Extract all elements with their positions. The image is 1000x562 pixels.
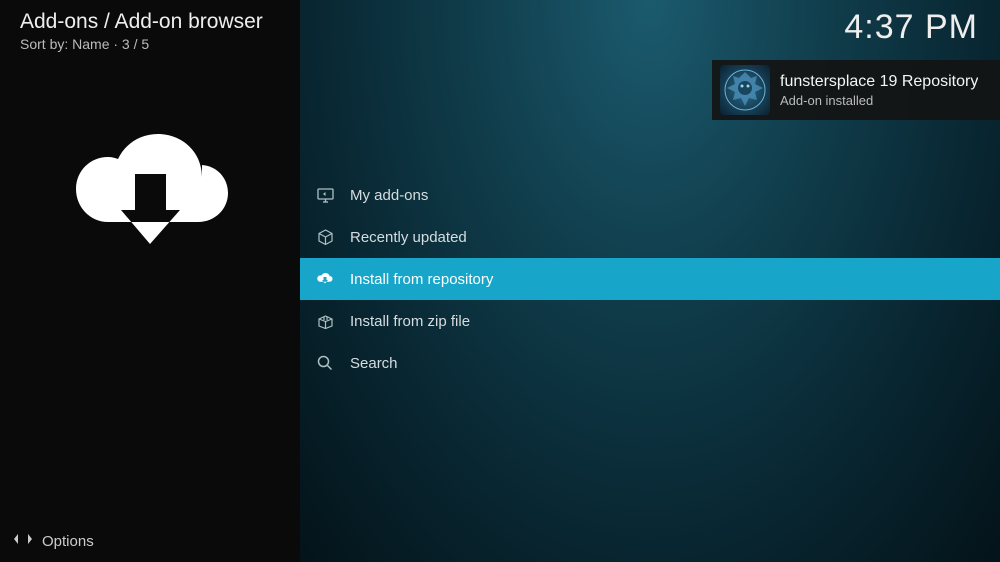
sidebar-header: Add-ons / Add-on browser Sort by: Name ·…	[0, 0, 300, 62]
menu-label: Install from zip file	[350, 313, 470, 330]
main-panel: 4:37 PM funstersplace 19 Repository Add-…	[300, 0, 1000, 562]
repo-icon	[720, 65, 770, 115]
cloud-download-icon	[316, 270, 334, 288]
menu-label: Recently updated	[350, 229, 467, 246]
toast-title: funstersplace 19 Repository	[780, 73, 978, 91]
toast-text: funstersplace 19 Repository Add-on insta…	[780, 73, 978, 108]
menu-label: Search	[350, 355, 398, 372]
sort-info: Sort by: Name · 3 / 5	[20, 36, 280, 52]
clock: 4:37 PM	[844, 8, 978, 47]
menu-item-install-zip[interactable]: Install from zip file	[300, 300, 1000, 342]
menu-list: My add-ons Recently updated Install from…	[300, 174, 1000, 384]
menu-label: Install from repository	[350, 271, 493, 288]
sidebar: Add-ons / Add-on browser Sort by: Name ·…	[0, 0, 300, 562]
search-icon	[316, 354, 334, 372]
breadcrumb: Add-ons / Add-on browser	[20, 10, 280, 34]
menu-item-my-addons[interactable]: My add-ons	[300, 174, 1000, 216]
options-label: Options	[42, 533, 94, 550]
menu-item-search[interactable]: Search	[300, 342, 1000, 384]
monitor-icon	[316, 186, 334, 204]
menu-item-recently-updated[interactable]: Recently updated	[300, 216, 1000, 258]
box-icon	[316, 228, 334, 246]
menu-label: My add-ons	[350, 187, 428, 204]
install-toast: funstersplace 19 Repository Add-on insta…	[712, 60, 1000, 120]
toast-subtitle: Add-on installed	[780, 93, 978, 108]
options-button[interactable]: Options	[14, 532, 94, 550]
box-open-icon	[316, 312, 334, 330]
cloud-download-large-icon	[0, 122, 300, 267]
menu-item-install-repo[interactable]: Install from repository	[300, 258, 1000, 300]
options-icon	[14, 532, 32, 550]
